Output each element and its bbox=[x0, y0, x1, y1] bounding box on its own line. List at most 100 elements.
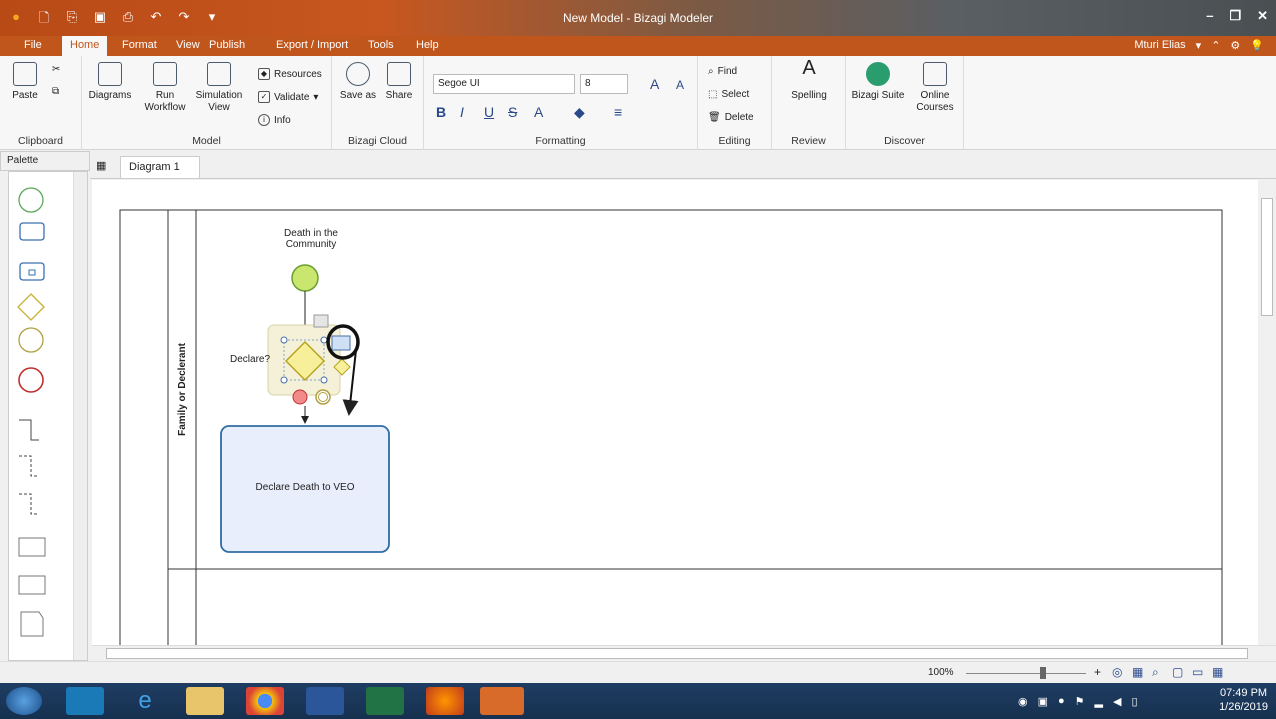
zoom-in-icon[interactable]: + bbox=[1094, 665, 1101, 679]
save-as-button[interactable]: Save as bbox=[338, 62, 378, 102]
simulation-view-button[interactable]: Simulation View bbox=[194, 62, 244, 114]
chevron-down-icon[interactable]: ▾ bbox=[1196, 39, 1202, 52]
tray-icon[interactable]: ● bbox=[1058, 695, 1065, 708]
tab-file[interactable]: File bbox=[24, 39, 42, 51]
underline-button[interactable]: U bbox=[484, 104, 494, 120]
context-note-icon[interactable] bbox=[313, 314, 329, 328]
start-button[interactable] bbox=[6, 687, 42, 715]
restore-button[interactable]: ❐ bbox=[1229, 8, 1241, 24]
formatting-group: Formatting bbox=[424, 56, 698, 150]
start-event[interactable] bbox=[291, 264, 319, 292]
word-icon[interactable] bbox=[306, 687, 344, 715]
firefox-icon[interactable] bbox=[426, 687, 464, 715]
vertical-scrollbar[interactable] bbox=[1258, 180, 1276, 645]
chrome-icon[interactable] bbox=[246, 687, 284, 715]
shrink-font-icon[interactable]: A bbox=[676, 78, 684, 92]
grid-icon[interactable]: ▦ bbox=[1132, 665, 1143, 679]
network-icon[interactable]: ▂ bbox=[1095, 695, 1103, 708]
gear-icon[interactable]: ⚙ bbox=[1230, 39, 1240, 52]
zoom-slider-thumb[interactable] bbox=[1040, 667, 1046, 679]
battery-icon[interactable]: ▯ bbox=[1131, 695, 1137, 708]
align-icon[interactable]: ≡ bbox=[614, 104, 622, 120]
end-event-tool[interactable] bbox=[18, 367, 44, 393]
bold-button[interactable]: B bbox=[436, 104, 446, 120]
diagram-canvas[interactable]: Death in the Community Declare? Declare … bbox=[92, 180, 1258, 651]
help-bulb-icon[interactable]: 💡 bbox=[1250, 39, 1264, 52]
bizagi-suite-button[interactable]: Bizagi Suite bbox=[850, 62, 906, 102]
context-task-icon[interactable] bbox=[331, 335, 351, 351]
tab-export-import[interactable]: Export / Import bbox=[276, 39, 348, 51]
font-family-select[interactable]: Segoe UI bbox=[433, 74, 575, 94]
diagrams-button[interactable]: Diagrams bbox=[88, 62, 132, 102]
close-button[interactable]: ✕ bbox=[1257, 8, 1268, 24]
delete-button[interactable]: 🗑 Delete bbox=[708, 112, 754, 123]
start-event-tool[interactable] bbox=[18, 187, 44, 213]
copy-icon[interactable]: ⧉ bbox=[52, 86, 59, 97]
internet-explorer-icon[interactable]: e bbox=[126, 687, 164, 715]
font-size-select[interactable]: 8 bbox=[580, 74, 628, 94]
lane-tool[interactable] bbox=[18, 575, 46, 595]
pool-tool[interactable] bbox=[18, 537, 46, 557]
horizontal-scroll-thumb[interactable] bbox=[106, 648, 1248, 659]
palette-panel bbox=[8, 171, 88, 661]
tab-view[interactable]: View bbox=[176, 39, 200, 51]
tab-publish[interactable]: Publish bbox=[209, 39, 245, 51]
user-name[interactable]: Mturi Elias bbox=[1134, 39, 1185, 52]
bizagi-suite-icon bbox=[866, 62, 890, 86]
association-tool[interactable] bbox=[19, 455, 39, 477]
fill-color-icon[interactable]: ◆ bbox=[574, 104, 585, 121]
collapse-ribbon-icon[interactable]: ⌃ bbox=[1211, 39, 1220, 52]
bizagi-taskbar-icon[interactable] bbox=[480, 687, 524, 715]
cut-icon[interactable]: ✂ bbox=[52, 64, 60, 75]
lane-label[interactable]: Family or Declerant bbox=[177, 343, 188, 436]
subprocess-tool[interactable] bbox=[19, 262, 45, 281]
gateway-tool[interactable] bbox=[17, 293, 45, 321]
grow-font-icon[interactable]: A bbox=[650, 76, 659, 92]
italic-button[interactable]: I bbox=[460, 104, 464, 120]
validate-button[interactable]: ✓ Validate ▾ bbox=[258, 91, 318, 103]
excel-icon[interactable] bbox=[366, 687, 404, 715]
info-button[interactable]: i Info bbox=[258, 114, 291, 126]
tray-icon[interactable]: ▣ bbox=[1038, 695, 1048, 708]
overview-icon[interactable]: ▢ bbox=[1172, 665, 1183, 679]
clock[interactable]: 07:49 PM 1/26/2019 bbox=[1219, 686, 1268, 714]
magnifier-icon[interactable]: ⌕ bbox=[1152, 665, 1159, 680]
task-tool[interactable] bbox=[19, 222, 45, 241]
online-courses-button[interactable]: Online Courses bbox=[910, 62, 960, 114]
context-end-event-icon[interactable] bbox=[292, 389, 308, 405]
fit-icon[interactable]: ◎ bbox=[1112, 665, 1122, 679]
resources-button[interactable]: ◆ Resources bbox=[258, 68, 322, 80]
palette-scrollbar[interactable] bbox=[73, 172, 87, 660]
vertical-scroll-thumb[interactable] bbox=[1261, 198, 1273, 316]
find-button[interactable]: ⌕ Find bbox=[708, 66, 737, 77]
minimize-button[interactable]: – bbox=[1206, 8, 1213, 24]
run-workflow-button[interactable]: Run Workflow bbox=[140, 62, 190, 114]
tab-format[interactable]: Format bbox=[122, 39, 157, 51]
paste-button[interactable]: Paste bbox=[8, 62, 42, 102]
taskbar-app-icon[interactable] bbox=[66, 687, 104, 715]
zoom-slider[interactable] bbox=[966, 673, 1086, 674]
diagram-view-icon[interactable]: ▦ bbox=[1212, 665, 1223, 679]
file-explorer-icon[interactable] bbox=[186, 687, 224, 715]
zoom-level: 100% bbox=[928, 667, 954, 678]
strikethrough-button[interactable]: S bbox=[508, 104, 517, 120]
share-button[interactable]: Share bbox=[382, 62, 416, 102]
message-flow-tool[interactable] bbox=[19, 493, 39, 515]
volume-icon[interactable]: ◀ bbox=[1113, 695, 1121, 708]
tray-icon[interactable]: ◉ bbox=[1018, 695, 1028, 708]
sequence-flow-tool[interactable] bbox=[19, 419, 39, 441]
horizontal-scrollbar[interactable] bbox=[92, 645, 1276, 661]
discover-group: Bizagi Suite Online Courses Discover bbox=[846, 56, 964, 150]
intermediate-event-tool[interactable] bbox=[18, 327, 44, 353]
tab-home[interactable]: Home bbox=[62, 36, 108, 56]
bizagi-cloud-group: Save as Share Bizagi Cloud bbox=[332, 56, 424, 150]
flag-icon[interactable]: ⚑ bbox=[1075, 695, 1085, 708]
font-color-icon[interactable]: A bbox=[534, 104, 543, 120]
tab-tools[interactable]: Tools bbox=[368, 39, 394, 51]
spelling-button[interactable]: A Spelling bbox=[786, 58, 832, 102]
data-object-tool[interactable] bbox=[20, 611, 44, 637]
tab-diagram-1[interactable]: Diagram 1 bbox=[120, 156, 200, 178]
tab-help[interactable]: Help bbox=[416, 39, 439, 51]
presentation-icon[interactable]: ▭ bbox=[1192, 665, 1203, 679]
select-button[interactable]: ⬚ Select bbox=[708, 89, 749, 100]
